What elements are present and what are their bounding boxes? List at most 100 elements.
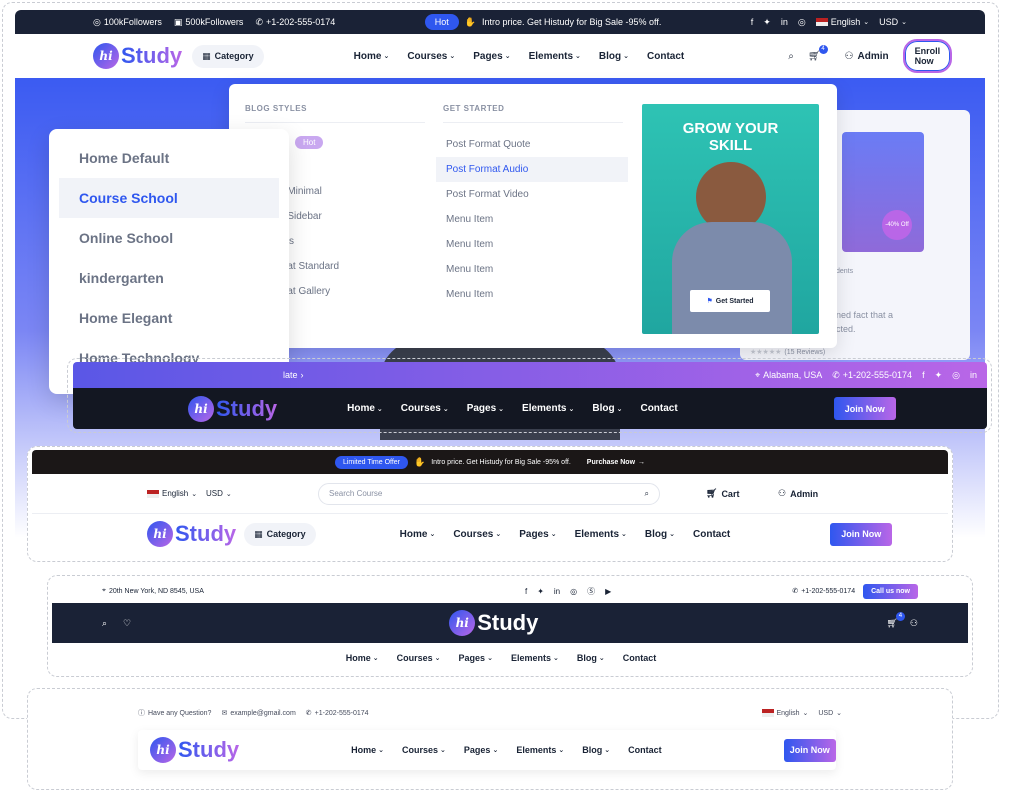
nav-blog[interactable]: Blog ⌄: [599, 51, 629, 62]
nav-pages[interactable]: Pages ⌄: [459, 653, 493, 663]
home-item-kindergarten[interactable]: kindergarten: [59, 258, 279, 298]
nav-elements[interactable]: Elements ⌄: [575, 529, 627, 540]
youtube-icon[interactable]: ▶: [605, 587, 611, 596]
facebook-icon[interactable]: f: [525, 587, 527, 596]
call-us-button[interactable]: Call us now: [863, 583, 918, 599]
heart-icon[interactable]: ♡: [123, 618, 131, 629]
nav-contact[interactable]: Contact: [647, 51, 684, 62]
menu-item[interactable]: Menu Item: [436, 207, 628, 232]
user-icon[interactable]: ⚇: [910, 618, 918, 629]
admin-link[interactable]: ⚇ Admin: [778, 488, 818, 499]
search-icon[interactable]: ⌕: [788, 51, 794, 62]
enroll-button[interactable]: Enroll Now: [902, 39, 953, 73]
currency-select[interactable]: USD ⌄: [879, 17, 907, 27]
home-item-default[interactable]: Home Default: [59, 138, 279, 178]
menu-post-format-audio[interactable]: Post Format Audio: [436, 157, 628, 182]
nav-contact[interactable]: Contact: [628, 745, 662, 755]
nav-courses[interactable]: Courses ⌄: [407, 51, 455, 62]
logo[interactable]: hi Study: [93, 43, 182, 69]
home-item-course-school[interactable]: Course School: [59, 178, 279, 218]
blog-style-item[interactable]: mat Gallery: [269, 279, 439, 304]
twitter-icon[interactable]: ✦: [537, 587, 544, 596]
search-icon[interactable]: ⌕: [645, 489, 649, 499]
header2-nav: Home ⌄ Courses ⌄ Pages ⌄ Elements ⌄ Blog ⌄ Co…: [347, 403, 696, 414]
nav-blog[interactable]: Blog ⌄: [582, 745, 610, 755]
facebook-icon[interactable]: ▣: [174, 17, 183, 28]
instagram-icon[interactable]: ◎: [952, 370, 960, 381]
nav-courses[interactable]: Courses ⌄: [453, 529, 501, 540]
linkedin-icon[interactable]: in: [970, 370, 977, 380]
hot-badge-menu: Hot: [295, 136, 324, 149]
nav-home[interactable]: Home ⌄: [351, 745, 384, 755]
instagram-icon[interactable]: ◎: [798, 17, 806, 28]
cart-icon[interactable]: 🛒︎ 4: [886, 611, 905, 629]
currency-select[interactable]: USD ⌄: [206, 489, 232, 498]
language-select[interactable]: English ⌄: [147, 489, 197, 498]
admin-link[interactable]: ⚇ Admin: [845, 51, 889, 62]
join-now-button[interactable]: Join Now: [830, 522, 893, 546]
currency-select[interactable]: USD ⌄: [818, 709, 842, 718]
nav-blog[interactable]: Blog ⌄: [592, 403, 622, 414]
nav-courses[interactable]: Courses ⌄: [401, 403, 449, 414]
nav-elements[interactable]: Elements ⌄: [516, 745, 564, 755]
nav-contact[interactable]: Contact: [640, 403, 677, 414]
home-item-elegant[interactable]: Home Elegant: [59, 298, 279, 338]
nav-home[interactable]: Home ⌄: [354, 51, 390, 62]
blog-style-item[interactable]: h Sidebar: [269, 204, 439, 229]
logo[interactable]: hi Study: [147, 521, 236, 547]
language-select[interactable]: English ⌄: [815, 17, 869, 27]
category-button[interactable]: ▦ Category: [192, 44, 264, 68]
menu-item[interactable]: Menu Item: [436, 282, 628, 307]
header4-topbar: ⌖ 20th New York, ND 8545, USA f ✦ in ◎ Ⓢ …: [52, 580, 968, 602]
cart-link[interactable]: 🛒︎ Cart: [706, 488, 739, 499]
twitter-icon[interactable]: ✦: [763, 17, 771, 28]
logo[interactable]: hi Study: [150, 737, 239, 763]
instagram-icon[interactable]: ◎: [93, 17, 101, 28]
blog-style-item[interactable]: mat Standard: [269, 254, 439, 279]
category-button[interactable]: ▦ Category: [244, 522, 316, 546]
nav-elements[interactable]: Elements ⌄: [511, 653, 559, 663]
menu-post-format-quote[interactable]: Post Format Quote: [436, 132, 628, 157]
menu-post-format-video[interactable]: Post Format Video: [436, 182, 628, 207]
logo[interactable]: hi Study: [449, 610, 538, 636]
nav-pages[interactable]: Pages ⌄: [467, 403, 504, 414]
search-icon[interactable]: ⌕: [102, 618, 107, 629]
nav-blog[interactable]: Blog ⌄: [645, 529, 675, 540]
join-now-button[interactable]: Join Now: [833, 397, 896, 420]
search-course-input[interactable]: Search Course ⌕: [318, 482, 660, 505]
linkedin-icon[interactable]: in: [554, 587, 560, 596]
nav-contact[interactable]: Contact: [623, 653, 657, 663]
purchase-now-link[interactable]: Purchase Now →: [587, 459, 645, 466]
nav-pages[interactable]: Pages ⌄: [464, 745, 498, 755]
logo[interactable]: hi Study: [188, 395, 277, 422]
linkedin-icon[interactable]: in: [781, 17, 788, 27]
email-icon: ✉: [221, 710, 228, 717]
user-icon: ⚇: [778, 488, 787, 498]
nav-contact[interactable]: Contact: [693, 529, 730, 540]
nav-pages[interactable]: Pages ⌄: [519, 529, 556, 540]
nav-elements[interactable]: Elements ⌄: [522, 403, 574, 414]
get-started-button[interactable]: ⚑ Get Started: [690, 290, 770, 312]
nav-elements[interactable]: Elements ⌄: [529, 51, 581, 62]
cart-icon[interactable]: 🛒︎ 4: [808, 44, 828, 62]
twitter-icon[interactable]: ✦: [935, 370, 943, 381]
nav-pages[interactable]: Pages ⌄: [473, 51, 510, 62]
language-select[interactable]: English ⌄: [761, 709, 808, 717]
blog-style-item[interactable]: ails: [269, 229, 439, 254]
menu-item[interactable]: Menu Item: [436, 257, 628, 282]
facebook-icon[interactable]: f: [922, 370, 925, 380]
blog-style-item[interactable]: d: [269, 154, 439, 179]
menu-item[interactable]: Menu Item: [436, 232, 628, 257]
join-now-button[interactable]: Join Now: [783, 738, 836, 762]
skype-icon[interactable]: Ⓢ: [587, 586, 595, 597]
home-item-online-school[interactable]: Online School: [59, 218, 279, 258]
blog-style-item[interactable]: d Minimal: [269, 179, 439, 204]
nav-courses[interactable]: Courses ⌄: [402, 745, 446, 755]
nav-home[interactable]: Home ⌄: [346, 653, 379, 663]
nav-blog[interactable]: Blog ⌄: [577, 653, 605, 663]
nav-home[interactable]: Home ⌄: [347, 403, 383, 414]
nav-home[interactable]: Home ⌄: [400, 529, 436, 540]
instagram-icon[interactable]: ◎: [570, 587, 577, 596]
facebook-f-icon[interactable]: f: [751, 17, 754, 27]
nav-courses[interactable]: Courses ⌄: [397, 653, 441, 663]
